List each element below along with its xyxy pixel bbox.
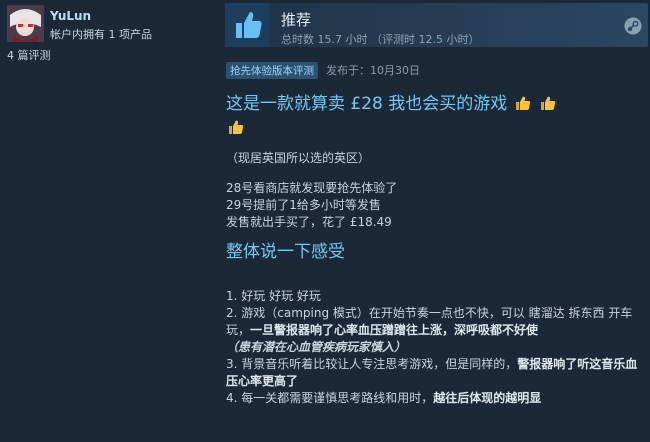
thumbs-up-emoji	[229, 120, 244, 134]
posted-date: 发布于：10月30日	[326, 64, 420, 77]
review-card: YuLun 帐户内拥有 1 项产品 4 篇评测 推荐 总时数 15.7 小时 （…	[0, 0, 650, 442]
section-heading: 整体说一下感受	[226, 242, 345, 262]
recommendation-title: 推荐	[281, 11, 312, 29]
author-panel: YuLun 帐户内拥有 1 项产品 4 篇评测	[0, 0, 220, 442]
timeline-line: 发售就出手买了，花了 £18.49	[226, 215, 392, 229]
early-access-tag: 抢先体验版本评测	[226, 61, 318, 79]
review-meta: 抢先体验版本评测 发布于：10月30日	[226, 61, 420, 79]
owned-products[interactable]: 帐户内拥有 1 项产品	[50, 26, 152, 42]
steam-icon	[624, 17, 642, 35]
thumbs-up-emoji	[515, 96, 530, 110]
review-count[interactable]: 4 篇评测	[7, 47, 51, 63]
timeline-line: 28号看商店就发现要抢先体验了	[226, 181, 398, 195]
playtime: 总时数 15.7 小时 （评测时 12.5 小时）	[281, 33, 480, 46]
list-item: 3. 背景音乐听着比较让人专注思考游戏，但是同样的，警报器响了听这音乐血压心率更…	[226, 357, 638, 388]
headline-text: 这是一款就算卖 £28 我也会买的游戏	[226, 94, 508, 114]
review-body: 这是一款就算卖 £28 我也会买的游戏 （现居英国所以选的英区） 28号看商店就…	[226, 92, 644, 407]
points-list: 1. 好玩 好玩 好玩 2. 游戏（camping 模式）在开始节奏一点也不快，…	[226, 288, 644, 407]
timeline: 28号看商店就发现要抢先体验了 29号提前了1给多小时等发售 发售就出手买了，花…	[226, 180, 644, 231]
avatar[interactable]	[7, 5, 44, 42]
region-note: （现居英国所以选的英区）	[226, 151, 371, 165]
review-header[interactable]: 推荐 总时数 15.7 小时 （评测时 12.5 小时）	[225, 3, 648, 47]
list-item: 4. 每一关都需要谨慎思考路线和用时，越往后体现的越明显	[226, 391, 542, 405]
timeline-line: 29号提前了1给多小时等发售	[226, 198, 381, 212]
author-name[interactable]: YuLun	[50, 9, 91, 23]
list-item: 1. 好玩 好玩 好玩	[226, 289, 321, 303]
review-headline: 这是一款就算卖 £28 我也会买的游戏	[226, 92, 644, 140]
review-panel: 推荐 总时数 15.7 小时 （评测时 12.5 小时） 抢先体验版本评测 发布…	[220, 0, 650, 442]
thumbs-up-icon	[225, 3, 269, 47]
list-item: 2. 游戏（camping 模式）在开始节奏一点也不快，可以 瞎溜达 拆东西 开…	[226, 306, 633, 354]
thumbs-up-emoji	[541, 96, 556, 110]
